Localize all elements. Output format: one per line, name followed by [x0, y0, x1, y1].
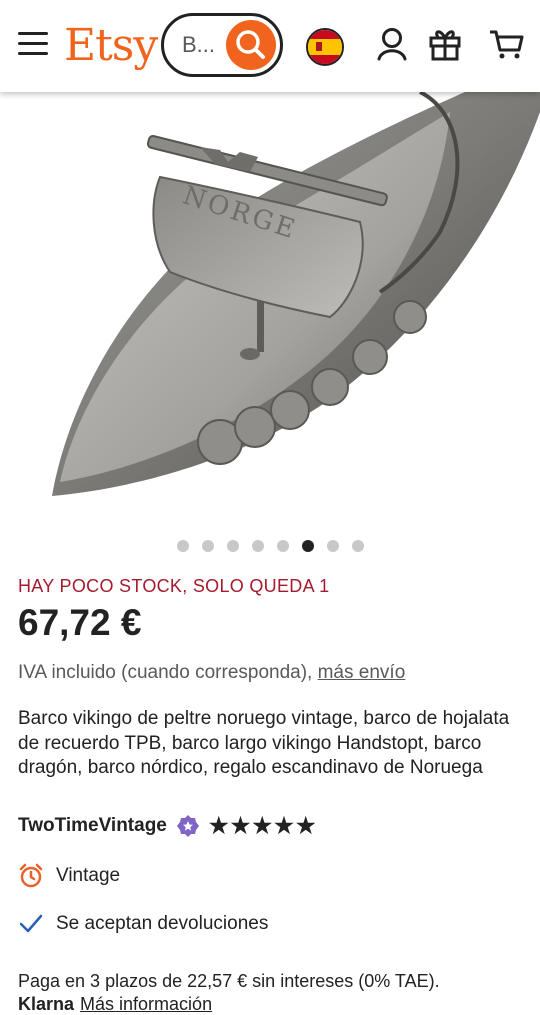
gallery-dot[interactable]: [326, 540, 339, 552]
menu-icon[interactable]: [18, 32, 48, 56]
klarna-logo: Klarna: [18, 994, 75, 1014]
checkmark-icon: [18, 911, 44, 937]
top-header: Etsy B...: [0, 0, 540, 92]
price: 67,72 €: [18, 602, 142, 643]
rating-stars[interactable]: ★ ★ ★ ★ ★: [209, 815, 318, 837]
feature-label: Vintage: [56, 865, 121, 886]
search-text: B...: [182, 32, 216, 57]
vat-text: IVA incluido (cuando corresponda),: [18, 662, 318, 683]
shipping-link[interactable]: más envío: [318, 662, 406, 683]
star-icon: ★: [252, 813, 273, 838]
gallery-dot[interactable]: [201, 540, 214, 552]
star-icon: ★: [274, 813, 294, 838]
alarm-clock-icon: [18, 863, 44, 889]
gallery-dots: [0, 540, 540, 552]
gallery-dot[interactable]: [176, 540, 189, 552]
feature-returns: Se aceptan devoluciones: [18, 911, 268, 937]
search-button[interactable]: [226, 20, 276, 70]
feature-vintage: Vintage: [18, 863, 120, 889]
star-icon: ★: [230, 813, 251, 838]
search-icon: [236, 30, 265, 59]
gallery-dot[interactable]: [276, 540, 289, 552]
feature-label: Se aceptan devoluciones: [56, 913, 269, 934]
vat-info: IVA incluido (cuando corresponda), más e…: [18, 662, 405, 684]
account-icon[interactable]: [376, 26, 408, 62]
shop-name[interactable]: TwoTimeVintage: [18, 815, 167, 837]
product-image[interactable]: NORGE: [0, 92, 540, 512]
gallery-dot[interactable]: [251, 540, 264, 552]
star-seller-badge-icon: [176, 815, 199, 837]
shop-info: TwoTimeVintage ★ ★ ★ ★ ★: [18, 815, 318, 837]
stock-notice: HAY POCO STOCK, SOLO QUEDA 1: [18, 576, 330, 596]
gallery-dot[interactable]: [351, 540, 364, 552]
product-title: Barco vikingo de peltre noruego vintage,…: [18, 708, 510, 778]
spain-flag-icon[interactable]: [306, 28, 344, 66]
gallery-dot[interactable]: [301, 540, 314, 552]
etsy-logo[interactable]: Etsy: [64, 20, 158, 72]
gallery-dot[interactable]: [226, 540, 239, 552]
star-icon: ★: [208, 813, 229, 838]
gift-icon[interactable]: [428, 26, 462, 62]
klarna-more-link[interactable]: Más información: [80, 994, 212, 1014]
installments-info: Paga en 3 plazos de 22,57 € sin interese…: [18, 971, 440, 991]
search-input[interactable]: B...: [161, 13, 283, 77]
star-icon: ★: [295, 813, 316, 838]
cart-icon[interactable]: [488, 26, 524, 62]
